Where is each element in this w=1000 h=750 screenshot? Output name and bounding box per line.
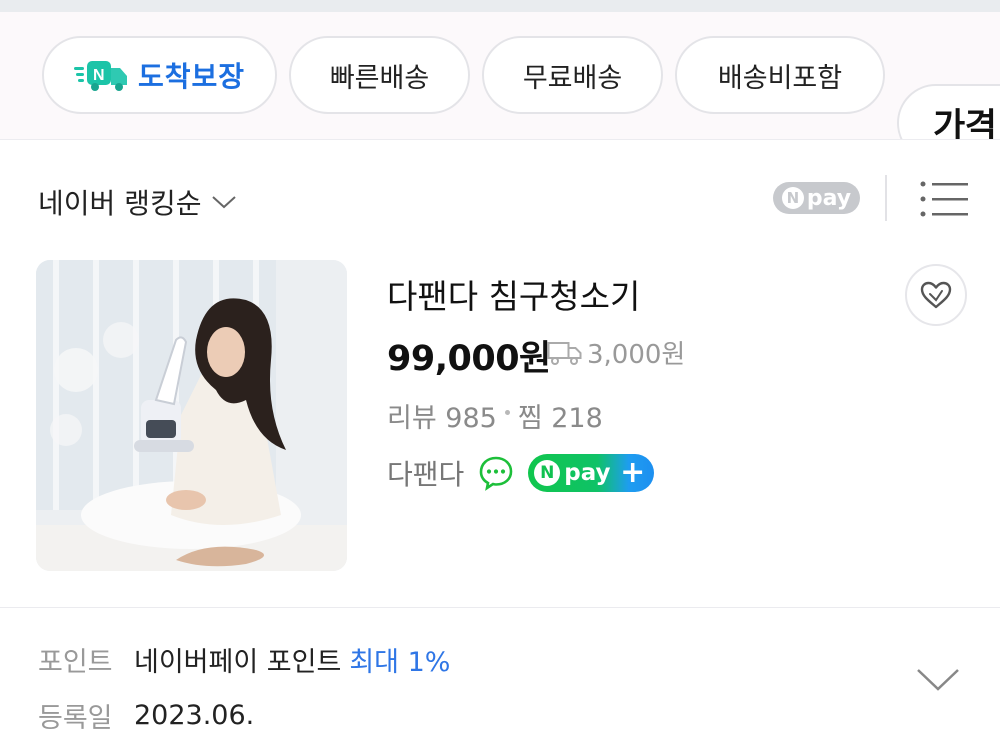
npay-filter-toggle[interactable]: N pay (773, 182, 860, 214)
filter-chip-bar: N 도착보장 빠른배송 무료배송 배송비포함 가격 (0, 12, 1000, 140)
filter-arrival-label: 도착보장 (137, 60, 246, 93)
product-stats: 리뷰 985 찜 218 (387, 396, 603, 435)
product-card[interactable]: 다팬다 침구청소기 99,000원 3,000원 리뷰 985 찜 218 다팬… (0, 258, 1000, 608)
heart-icon (920, 281, 952, 309)
shipping-fee: 3,000원 (547, 334, 685, 371)
npay-plus-label: pay (564, 460, 611, 486)
date-value: 2023.06. (134, 699, 255, 731)
date-row: 등록일 2023.06. (38, 696, 450, 734)
npay-n-icon: N (781, 187, 804, 209)
wishlist-button[interactable] (905, 264, 967, 326)
sort-label: 네이버 랭킹순 (38, 187, 202, 220)
point-row: 포인트 네이버페이 포인트 최대 1% (38, 640, 450, 678)
filter-shipping-included[interactable]: 배송비포함 (675, 36, 885, 114)
top-status-strip (0, 0, 1000, 12)
npay-toggle-label: pay (806, 185, 852, 211)
point-key: 포인트 (38, 646, 113, 678)
date-key: 등록일 (38, 702, 113, 734)
filter-price[interactable]: 가격 (897, 84, 1000, 139)
npay-plus-badge: N pay + (528, 454, 655, 492)
section-divider (0, 607, 1000, 608)
review-count[interactable]: 리뷰 985 (387, 396, 497, 435)
seller-name[interactable]: 다팬다 (387, 453, 464, 493)
wish-count: 찜 218 (517, 403, 603, 434)
seller-row: 다팬다 N pay + (387, 453, 655, 493)
point-value: 네이버페이 포인트 (134, 646, 342, 678)
expand-chevron-icon[interactable] (915, 665, 961, 695)
toolbar-divider (885, 175, 887, 221)
product-price: 99,000원 (387, 339, 551, 379)
filter-arrival-guarantee[interactable]: N 도착보장 (42, 36, 277, 114)
separator-dot (504, 410, 510, 415)
plus-icon: + (620, 455, 646, 490)
svg-text:N: N (93, 67, 105, 84)
delivery-truck-icon (547, 341, 582, 365)
product-details: 포인트 네이버페이 포인트 최대 1% 등록일 2023.06. (38, 640, 450, 750)
arrival-truck-icon: N (73, 58, 130, 92)
npay-plus-n-icon: N (534, 460, 561, 486)
filter-fast-delivery[interactable]: 빠른배송 (289, 36, 470, 114)
product-image[interactable] (36, 260, 347, 571)
filter-free-shipping[interactable]: 무료배송 (482, 36, 663, 114)
chevron-down-icon (212, 196, 237, 209)
product-title[interactable]: 다팬다 침구청소기 (387, 270, 640, 318)
talktalk-chat-icon[interactable] (478, 455, 514, 491)
sort-dropdown[interactable]: 네이버 랭킹순 (38, 182, 237, 222)
list-view-icon[interactable] (918, 180, 970, 218)
point-accent: 최대 1% (349, 646, 451, 678)
shipping-fee-value: 3,000원 (587, 340, 686, 370)
